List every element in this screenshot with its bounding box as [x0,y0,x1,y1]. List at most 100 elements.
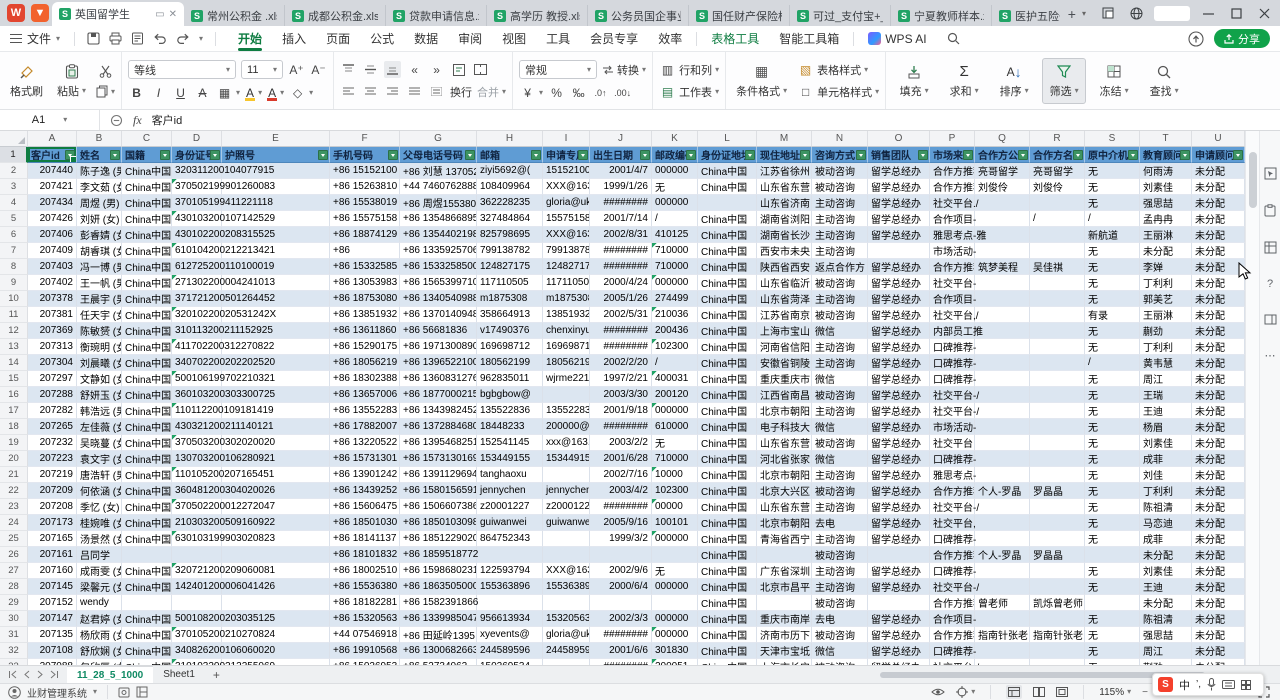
cell[interactable]: 江苏省徐州 [757,163,812,179]
cell[interactable] [652,595,698,611]
cell[interactable]: 207406 [28,227,77,243]
cell[interactable]: 207265 [28,419,77,435]
cell[interactable]: 留学总经办 [868,355,930,371]
cell[interactable]: 内部员工推 [930,323,975,339]
close-button[interactable] [1250,0,1278,26]
page-break-view-icon[interactable] [1056,687,1068,697]
header-cell[interactable]: 市场来源 [930,147,975,163]
column-letter-K[interactable]: K [652,131,698,147]
cell[interactable]: +86 15731301 [330,451,400,467]
cell[interactable]: +86 1859518772 [400,547,477,563]
cell[interactable] [1030,275,1085,291]
bold-button[interactable]: B [128,84,145,101]
row-number[interactable]: 24 [0,515,28,531]
font-name-select[interactable]: 等线▾ [128,60,236,79]
cell[interactable]: 丁利利 [1140,483,1192,499]
cell[interactable]: 未分配 [1192,227,1245,243]
cell[interactable]: China中国 [698,595,757,611]
cell[interactable]: 630103199903020823 [172,531,222,547]
cell[interactable]: gloria@uk [543,627,590,643]
cell[interactable]: 口碑推荐- [930,339,975,355]
vertical-scrollbar-thumb[interactable] [1249,152,1257,208]
menu-tab-4[interactable]: 公式 [360,26,404,51]
column-letter-B[interactable]: B [77,131,122,147]
header-cell[interactable]: 国籍 [122,147,172,163]
cell[interactable]: +86 18874129 [330,227,400,243]
cell[interactable]: +86 1343982452 [400,403,477,419]
cell[interactable]: China中国 [698,419,757,435]
column-letter-U[interactable]: U [1192,131,1245,147]
cell[interactable] [975,371,1030,387]
cell[interactable]: 未分配 [1192,563,1245,579]
cell[interactable]: 北京市朝阳 [757,467,812,483]
formula-content[interactable]: 客户id [152,112,183,128]
cell[interactable]: +86 15263810 [330,179,400,195]
cell[interactable]: +86 13657006 [330,387,400,403]
cell[interactable]: 衡琬明 (女 [77,339,122,355]
row-number[interactable]: 31 [0,627,28,643]
column-letter-R[interactable]: R [1030,131,1085,147]
cell[interactable]: 151521001 [543,163,590,179]
filter-dropdown-icon[interactable] [210,150,220,160]
cell[interactable] [1030,323,1085,339]
align-middle-icon[interactable] [362,61,379,78]
cell[interactable] [975,243,1030,259]
cell[interactable]: 1999/3/2 [590,531,652,547]
row-number[interactable]: 17 [0,403,28,419]
font-size-select[interactable]: 11▾ [241,60,283,79]
cell[interactable]: +86 13611860 [330,323,400,339]
cell[interactable]: 返点合作方 [812,259,868,275]
zoom-dropdown-icon[interactable]: ▾ [1127,688,1131,696]
cell[interactable] [1030,291,1085,307]
cell[interactable]: 未分配 [1192,243,1245,259]
cell[interactable]: +44 7460762888 [400,179,477,195]
last-sheet-icon[interactable] [50,670,59,679]
tab-smart-toolbox[interactable]: 智能工具箱 [769,26,849,51]
share-button[interactable]: 分享 [1214,29,1270,48]
align-left-icon[interactable] [340,83,357,100]
cell[interactable]: 207209 [28,483,77,499]
cell[interactable]: +86 18002510 [330,563,400,579]
row-number[interactable]: 16 [0,387,28,403]
row-number[interactable]: 11 [0,307,28,323]
cell[interactable]: China中国 [698,227,757,243]
cell[interactable]: 吴佳祺 [1030,259,1085,275]
cell[interactable]: +86 1372884680 [400,419,477,435]
cell[interactable]: 成菲 [1140,531,1192,547]
cell[interactable]: / [1030,211,1085,227]
column-letter-F[interactable]: F [330,131,400,147]
cell[interactable]: 207369 [28,323,77,339]
document-tab[interactable]: S高学历 教授.xlsx [487,5,588,26]
tab-screen-icon[interactable]: ▭ [155,9,164,20]
file-menu[interactable]: 文件 ▾ [0,26,70,51]
cell[interactable] [975,307,1030,323]
cell[interactable]: 被动咨询 [812,275,868,291]
cell[interactable]: 未分配 [1192,579,1245,595]
cell[interactable]: +86 19910568 [330,643,400,659]
cell[interactable]: 陈敏赟 (女 [77,323,122,339]
cell[interactable]: 口碑推荐- [930,355,975,371]
cell[interactable]: 被动咨询 [812,435,868,451]
cell[interactable]: +86 18056219 [330,355,400,371]
cell[interactable]: 962835011 [477,371,543,387]
cell[interactable]: 301830 [652,643,698,659]
cell[interactable] [1030,227,1085,243]
filter-dropdown-icon[interactable] [800,150,810,160]
cell[interactable]: China中国 [698,435,757,451]
cell[interactable]: 去电 [812,611,868,627]
cell[interactable]: 雅思考点- [930,467,975,483]
cell[interactable]: China中国 [122,291,172,307]
cell[interactable]: 刘素佳 [1140,179,1192,195]
cell[interactable]: ######## [590,627,652,643]
cell[interactable]: 上海市宝山 [757,323,812,339]
decrease-font-icon[interactable]: A⁻ [310,61,327,78]
cell[interactable]: 430103200107142529 [172,211,222,227]
italic-button[interactable]: I [150,84,167,101]
cell[interactable]: 未分配 [1192,355,1245,371]
cell[interactable] [868,243,930,259]
cell[interactable]: 135522836 [543,403,590,419]
cell[interactable]: 155363896 [543,579,590,595]
underline-button[interactable]: U [172,84,189,101]
cell[interactable]: 微信 [812,451,868,467]
cell[interactable]: 北京市昌平 [757,579,812,595]
